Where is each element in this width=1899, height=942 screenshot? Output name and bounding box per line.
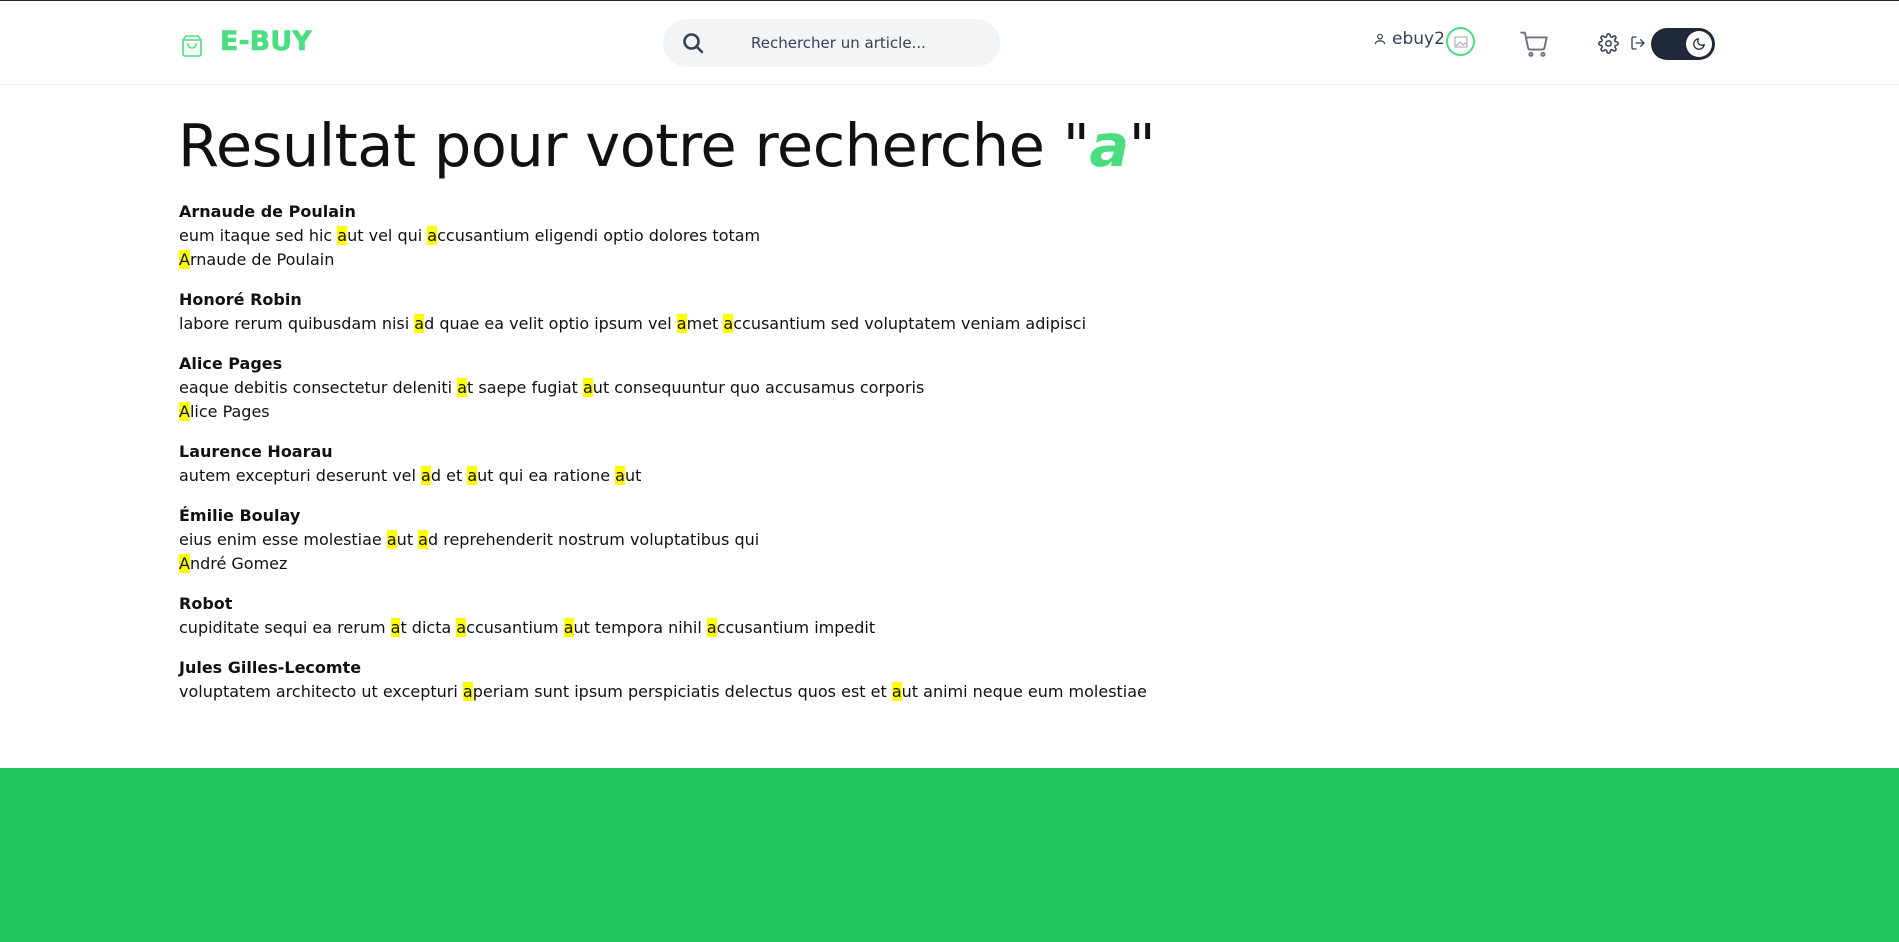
result-author: Jules Gilles-Lecomte — [179, 658, 362, 677]
match-highlight: A — [179, 250, 190, 269]
match-highlight: a — [457, 378, 468, 397]
match-highlight: a — [462, 682, 473, 701]
result-item[interactable]: Alice Pages eaque debitis consectetur del… — [179, 352, 1579, 424]
result-text-line: Alice Pages — [179, 402, 270, 421]
result-author: Honoré Robin — [179, 290, 302, 309]
result-text-line: voluptatem architecto ut excepturi aperi… — [179, 682, 1147, 701]
title-suffix: " — [1128, 111, 1156, 180]
result-author: Émilie Boulay — [179, 506, 301, 525]
brand-logo[interactable]: E-BUY — [180, 26, 312, 58]
search-bar — [663, 19, 1000, 67]
result-text-line: eaque debitis consectetur deleniti at sa… — [179, 378, 925, 397]
moon-icon — [1693, 38, 1705, 50]
search-icon[interactable] — [681, 31, 705, 55]
match-highlight: a — [390, 618, 401, 637]
toggle-knob — [1686, 31, 1712, 57]
result-item[interactable]: Émilie Boulay eius enim esse molestiae au… — [179, 504, 1579, 576]
match-highlight: a — [891, 682, 902, 701]
result-text-line: eum itaque sed hic aut vel qui accusanti… — [179, 226, 761, 245]
result-text-line: labore rerum quibusdam nisi ad quae ea v… — [179, 314, 1087, 333]
result-item[interactable]: Laurence Hoarau autem excepturi deserunt … — [179, 440, 1579, 488]
match-highlight: a — [456, 618, 467, 637]
result-text-line: Arnaude de Poulain — [179, 250, 335, 269]
match-highlight: a — [337, 226, 348, 245]
theme-toggle[interactable] — [1651, 28, 1715, 60]
match-highlight: A — [179, 402, 190, 421]
user-menu[interactable]: ebuy2 — [1373, 29, 1445, 49]
result-author: Laurence Hoarau — [179, 442, 333, 461]
brand-name: E-BUY — [220, 26, 312, 57]
result-text-line: cupiditate sequi ea rerum at dicta accus… — [179, 618, 876, 637]
navbar: E-BUY ebuy2 — [0, 2, 1899, 85]
result-author: Robot — [179, 594, 233, 613]
match-highlight: A — [179, 554, 190, 573]
result-text-line: eius enim esse molestiae aut ad reprehen… — [179, 530, 760, 549]
title-prefix: Resultat pour votre recherche " — [178, 111, 1090, 180]
cart-icon[interactable] — [1520, 29, 1549, 58]
match-highlight: a — [676, 314, 687, 333]
gear-icon[interactable] — [1598, 33, 1619, 54]
search-input[interactable] — [751, 31, 981, 55]
match-highlight: a — [706, 618, 717, 637]
match-highlight: a — [418, 530, 428, 549]
result-author: Arnaude de Poulain — [179, 202, 356, 221]
match-highlight: a — [414, 314, 425, 333]
logout-icon[interactable] — [1630, 35, 1646, 51]
page-title: Resultat pour votre recherche "a" — [178, 109, 1156, 183]
result-text-line: André Gomez — [179, 554, 288, 573]
match-highlight: a — [421, 466, 431, 485]
username: ebuy2 — [1392, 29, 1445, 49]
result-item[interactable]: Arnaude de Poulain eum itaque sed hic aut… — [179, 200, 1579, 272]
user-icon — [1374, 33, 1386, 45]
footer — [0, 768, 1899, 942]
result-author: Alice Pages — [179, 354, 283, 373]
broken-image-icon — [1454, 36, 1467, 47]
match-highlight: a — [723, 314, 734, 333]
match-highlight: a — [467, 466, 478, 485]
match-highlight: a — [615, 466, 625, 485]
result-item[interactable]: Jules Gilles-Lecomte voluptatem architect… — [179, 656, 1579, 704]
result-item[interactable]: Robot cupiditate sequi ea rerum at dicta … — [179, 592, 1579, 640]
avatar[interactable] — [1446, 27, 1475, 56]
match-highlight: a — [386, 530, 397, 549]
results-list: Arnaude de Poulain eum itaque sed hic aut… — [179, 200, 1579, 720]
search-query: a — [1089, 111, 1129, 180]
match-highlight: a — [427, 226, 438, 245]
shopping-bag-icon — [182, 35, 202, 57]
match-highlight: a — [563, 618, 574, 637]
match-highlight: a — [582, 378, 593, 397]
result-text-line: autem excepturi deserunt vel ad et aut q… — [179, 466, 642, 485]
result-item[interactable]: Honoré Robin labore rerum quibusdam nisi … — [179, 288, 1579, 336]
